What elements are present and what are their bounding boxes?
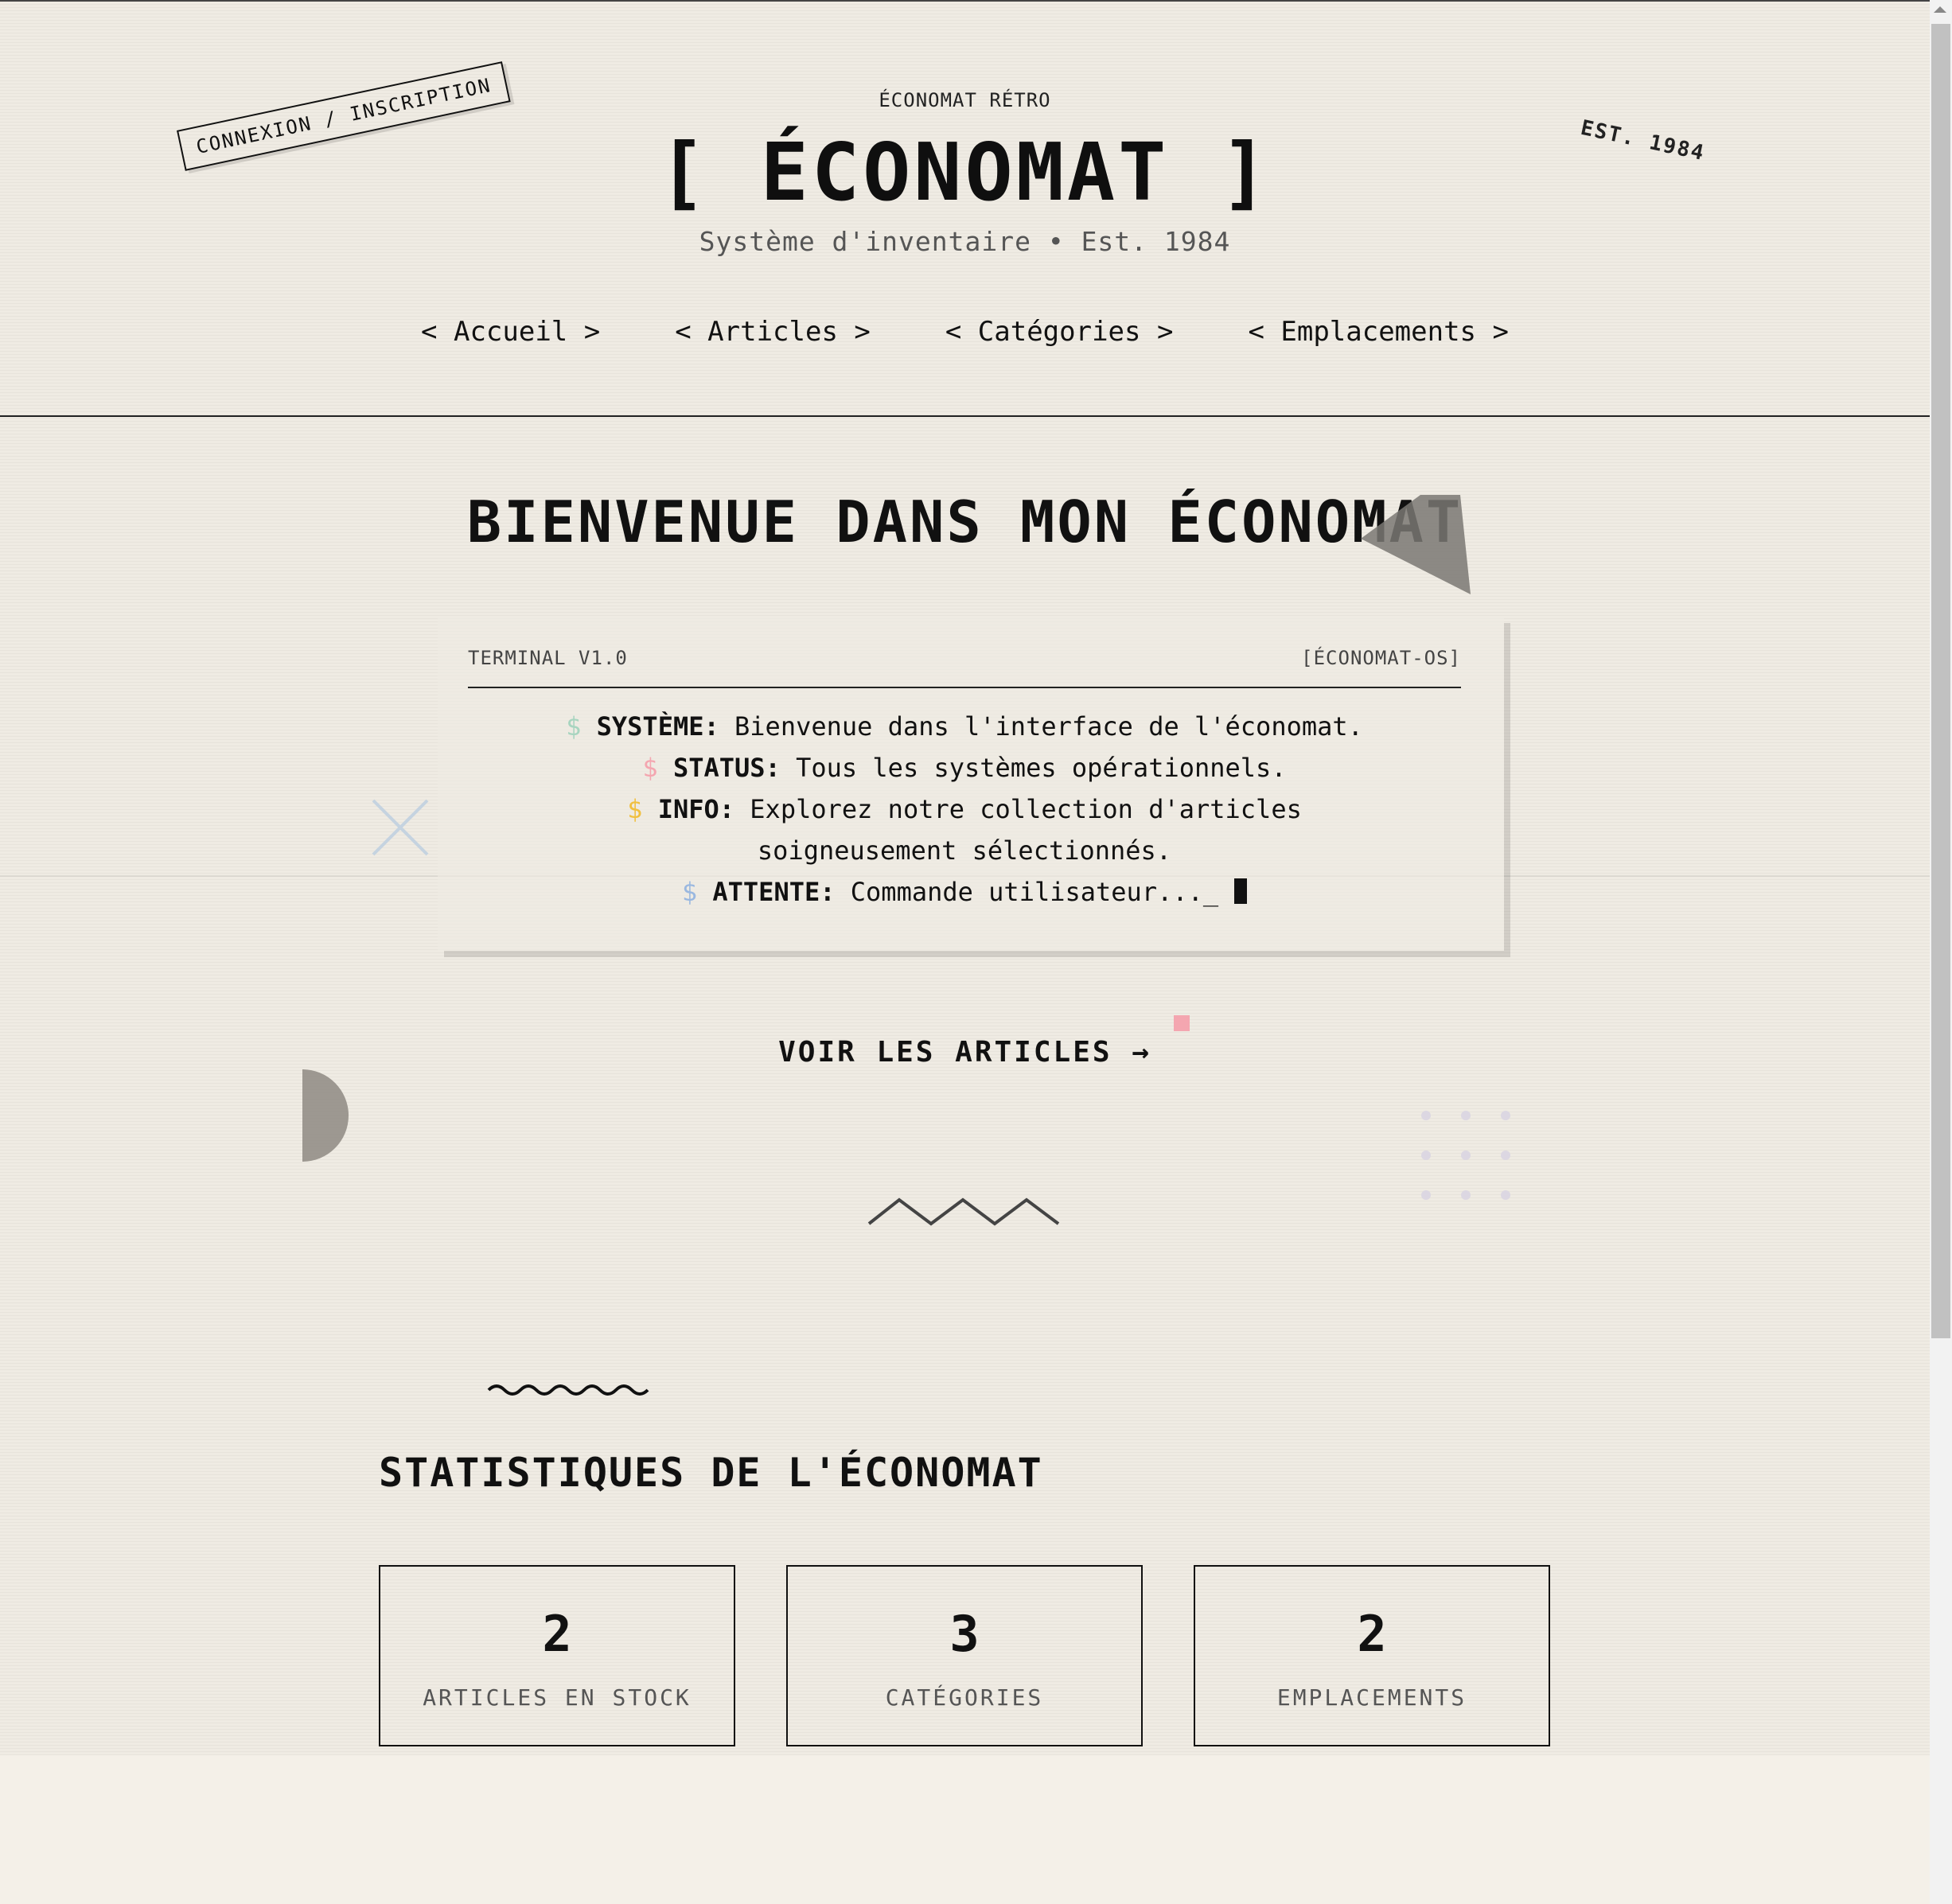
prompt-symbol: $ — [627, 794, 643, 824]
terminal-line-text: Bienvenue dans l'interface de l'économat… — [734, 711, 1363, 742]
terminal-line-system: $ SYSTÈME: Bienvenue dans l'interface de… — [468, 706, 1461, 747]
half-circle-shape — [302, 1069, 349, 1162]
zigzag-line — [867, 1197, 1060, 1226]
scrollbar-thumb[interactable] — [1931, 24, 1950, 1338]
view-articles-button[interactable]: VOIR LES ARTICLES → — [0, 1036, 1930, 1069]
stat-label: CATÉGORIES — [885, 1684, 1044, 1711]
site-tagline: Système d'inventaire • Est. 1984 — [699, 226, 1231, 257]
terminal-line-label: ATTENTE: — [712, 877, 836, 907]
site-eyebrow: ÉCONOMAT RÉTRO — [879, 89, 1051, 111]
stat-label: ARTICLES EN STOCK — [423, 1684, 692, 1711]
stat-card-articles[interactable]: 2 ARTICLES EN STOCK — [379, 1565, 735, 1746]
scroll-up-icon[interactable] — [1934, 6, 1946, 13]
pink-square-shape — [1174, 1015, 1190, 1031]
terminal-line-text: Tous les systèmes opérationnels. — [796, 753, 1287, 783]
dot-grid — [1421, 1111, 1510, 1200]
wavy-line — [487, 1384, 649, 1396]
terminal-line-label: INFO: — [657, 794, 735, 824]
prompt-symbol: $ — [681, 877, 698, 907]
terminal-panel: TERMINAL V1.0 [ÉCONOMAT-OS] $ SYSTÈME: B… — [438, 617, 1504, 951]
stat-card-locations[interactable]: 2 EMPLACEMENTS — [1194, 1565, 1550, 1746]
nav-emplacements[interactable]: < Emplacements > — [1248, 316, 1509, 348]
main-nav: < Accueil > < Articles > < Catégories > … — [0, 316, 1930, 348]
prompt-symbol: $ — [566, 711, 582, 742]
prompt-symbol: $ — [642, 753, 658, 783]
terminal-line-text: Commande utilisateur..._ — [850, 877, 1219, 907]
terminal-tag: [ÉCONOMAT-OS] — [1301, 647, 1461, 669]
terminal-line-status: $ STATUS: Tous les systèmes opérationnel… — [468, 747, 1461, 788]
stat-label: EMPLACEMENTS — [1276, 1684, 1467, 1711]
stats-title: STATISTIQUES DE L'ÉCONOMAT — [379, 1450, 1043, 1496]
terminal-line-label: SYSTÈME: — [596, 711, 719, 742]
terminal-header: TERMINAL V1.0 [ÉCONOMAT-OS] — [468, 647, 1461, 688]
page: CONNEXION / INSCRIPTION ÉCONOMAT RÉTRO [… — [0, 0, 1930, 1755]
terminal-label: TERMINAL V1.0 — [468, 647, 628, 669]
triangle-shape — [1361, 495, 1471, 594]
stat-value: 2 — [1357, 1605, 1387, 1663]
hero-title: BIENVENUE DANS MON ÉCONOMAT — [466, 489, 1463, 555]
cursor-block — [1234, 878, 1248, 904]
nav-categories[interactable]: < Catégories > — [945, 316, 1174, 348]
x-mark-icon — [372, 799, 429, 856]
nav-articles[interactable]: < Articles > — [675, 316, 871, 348]
terminal-line-label: STATUS: — [672, 753, 781, 783]
header-divider — [0, 415, 1930, 417]
terminal-body: $ SYSTÈME: Bienvenue dans l'interface de… — [468, 706, 1461, 913]
stat-card-categories[interactable]: 3 CATÉGORIES — [786, 1565, 1143, 1746]
stat-value: 3 — [949, 1605, 980, 1663]
stat-value: 2 — [542, 1605, 572, 1663]
terminal-line-text: Explorez notre collection d'articles soi… — [750, 794, 1302, 866]
terminal-line-info: $ INFO: Explorez notre collection d'arti… — [468, 788, 1461, 871]
nav-accueil[interactable]: < Accueil > — [421, 316, 600, 348]
terminal-line-waiting: $ ATTENTE: Commande utilisateur..._ — [468, 871, 1461, 913]
